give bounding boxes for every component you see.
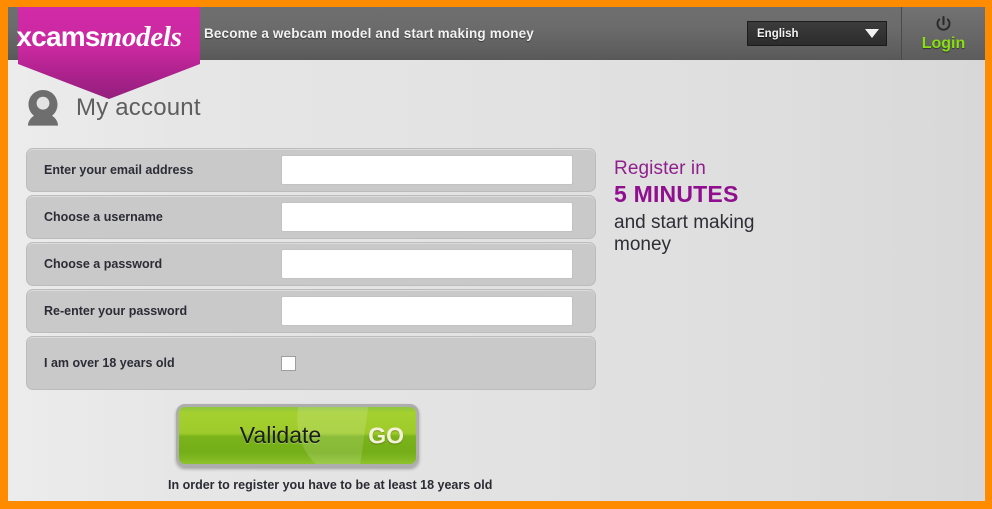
header-right-group: English Login [747, 7, 985, 60]
age-check-label: I am over 18 years old [44, 356, 175, 370]
login-button-label: Login [921, 35, 966, 52]
main-content: My account Enter your email address Choo… [8, 60, 985, 492]
password-field-label: Choose a password [44, 257, 163, 271]
age-check-checkbox[interactable] [281, 355, 296, 371]
power-icon [936, 15, 951, 31]
password-field[interactable] [281, 249, 573, 279]
page-frame: Become a webcam model and start making m… [8, 7, 985, 501]
promo-line-3: and start making money [614, 211, 755, 255]
form-row-email: Enter your email address [26, 148, 596, 192]
language-select-value: English [757, 27, 799, 40]
promo-panel: Register in 5 MINUTES and start making m… [596, 148, 784, 256]
registration-form: Enter your email address Choose a userna… [26, 148, 596, 492]
form-row-password: Choose a password [26, 242, 596, 286]
promo-line-1: Register in [614, 158, 706, 179]
email-field[interactable] [281, 155, 573, 185]
go-badge: GO [368, 422, 404, 448]
username-field[interactable] [281, 202, 573, 232]
logo-word-models: models [99, 21, 182, 53]
password-confirm-field-label: Re-enter your password [44, 304, 188, 318]
promo-line-2: 5 MINUTES [614, 181, 739, 208]
site-logo-text: xcamsmodels [8, 23, 190, 52]
logo-word-xcams: xcams [16, 21, 100, 52]
validate-button[interactable]: Validate GO [176, 404, 419, 467]
content-columns: Enter your email address Choose a userna… [26, 148, 985, 492]
page-root: Become a webcam model and start making m… [0, 0, 992, 509]
language-select[interactable]: English [747, 21, 887, 46]
form-row-username: Choose a username [26, 195, 596, 239]
password-confirm-field[interactable] [281, 296, 573, 326]
header-tagline: Become a webcam model and start making m… [204, 26, 534, 41]
form-row-password-confirm: Re-enter your password [26, 289, 596, 333]
username-field-label: Choose a username [44, 210, 163, 224]
user-avatar-icon [28, 90, 58, 126]
page-title-row: My account [26, 87, 985, 129]
chevron-down-icon [865, 29, 879, 38]
form-row-age-check: I am over 18 years old [26, 336, 596, 390]
login-button[interactable]: Login [901, 7, 985, 60]
email-field-label: Enter your email address [44, 163, 194, 177]
age-footnote: In order to register you have to be at l… [168, 478, 493, 492]
submit-button-wrap: Validate GO [26, 404, 596, 467]
page-title: My account [76, 94, 201, 121]
